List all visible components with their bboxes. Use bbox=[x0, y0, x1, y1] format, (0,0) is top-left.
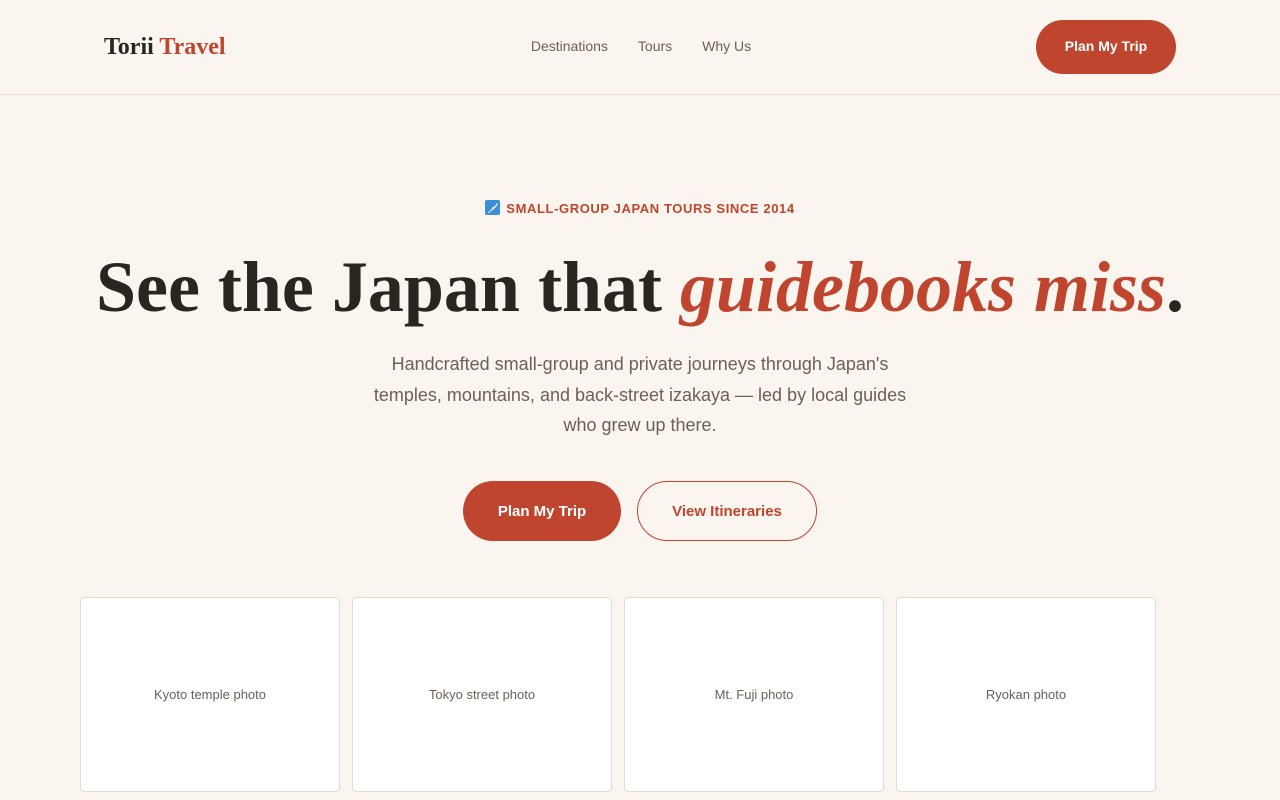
headline-end: . bbox=[1166, 247, 1185, 327]
hero-eyebrow-text: SMALL-GROUP JAPAN TOURS SINCE 2014 bbox=[506, 201, 795, 216]
view-itineraries-button[interactable]: View Itineraries bbox=[637, 481, 817, 541]
headline-emphasis: guidebooks miss bbox=[679, 247, 1167, 327]
headline-start: See the Japan that bbox=[95, 247, 680, 327]
ryokan-photo: Ryokan photo bbox=[896, 597, 1156, 792]
site-header: Torii Travel Destinations Tours Why Us P… bbox=[0, 0, 1280, 95]
hero-plan-trip-button[interactable]: Plan My Trip bbox=[463, 481, 621, 541]
nav-link-destinations[interactable]: Destinations bbox=[531, 37, 608, 55]
hero-eyebrow: SMALL-GROUP JAPAN TOURS SINCE 2014 bbox=[0, 200, 1280, 218]
hero-headline: See the Japan that guidebooks miss. bbox=[0, 246, 1280, 328]
header-plan-trip-button[interactable]: Plan My Trip bbox=[1036, 20, 1176, 74]
nav-link-tours[interactable]: Tours bbox=[638, 37, 672, 55]
hero-subtext: Handcrafted small-group and private jour… bbox=[373, 354, 907, 435]
japan-map-icon bbox=[485, 200, 501, 215]
kyoto-temple-photo: Kyoto temple photo bbox=[80, 597, 340, 792]
tokyo-street-photo: Tokyo street photo bbox=[352, 597, 612, 792]
mt-fuji-photo: Mt. Fuji photo bbox=[624, 597, 884, 792]
nav-link-why-us[interactable]: Why Us bbox=[702, 37, 751, 55]
